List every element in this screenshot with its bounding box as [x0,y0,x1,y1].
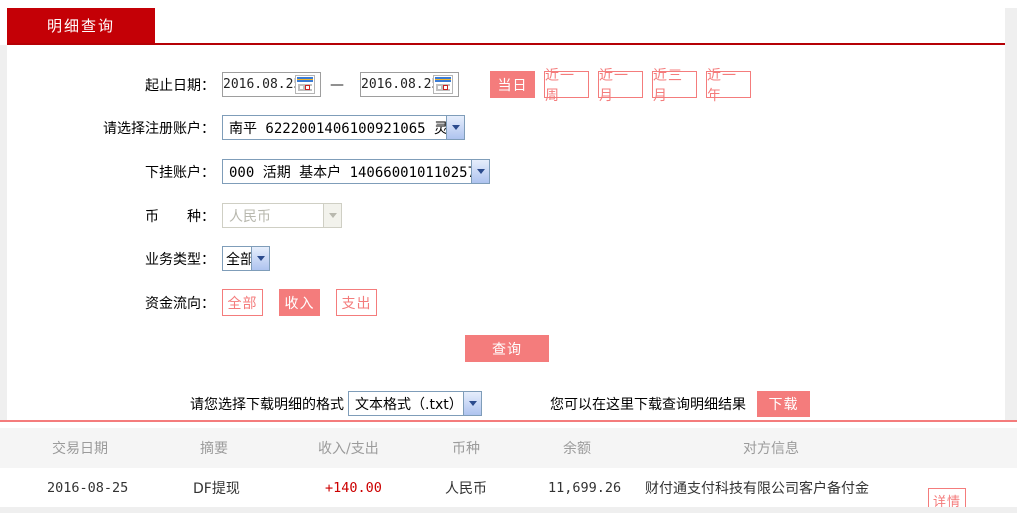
flow-income-button[interactable]: 收入 [279,289,320,316]
cell-currency: 人民币 [445,480,487,497]
sub-account-row: 下挂账户： 000 活期 基本户 1406600101102571848 [0,158,1005,185]
register-account-label: 请选择注册账户： [103,120,215,137]
table-top-divider [0,420,1017,422]
header-balance: 余额 [563,441,591,457]
register-account-value: 南平 6222001406100921065 灵通卡 [229,120,446,137]
chevron-down-icon[interactable] [251,247,269,270]
range-year-button[interactable]: 近一年 [706,68,751,104]
date-from-input[interactable] [223,77,295,92]
bottom-gutter [0,507,1017,513]
cell-counterparty: 财付通支付科技有限公司客户备付金 [645,480,869,497]
chevron-down-icon[interactable] [463,392,481,415]
download-row: 请您选择下载明细的格式 文本格式（.txt） 您可以在这里下载查询明细结果 下载 [0,390,1005,417]
range-today-button[interactable]: 当日 [490,71,535,98]
range-quarter-button[interactable]: 近三月 [652,68,697,104]
download-format-select[interactable]: 文本格式（.txt） [348,391,482,416]
download-hint: 您可以在这里下载查询明细结果 [550,396,746,413]
fund-flow-label: 资金流向： [145,295,215,312]
date-to-box [360,72,459,97]
date-from-box [222,72,321,97]
sub-account-select[interactable]: 000 活期 基本户 1406600101102571848 [222,159,490,184]
date-separator: — [330,76,344,93]
chevron-down-icon[interactable] [471,160,489,183]
download-format-label: 请您选择下载明细的格式 [190,396,344,413]
date-range-label: 起止日期： [145,77,215,94]
business-type-value: 全部 [226,251,251,268]
left-gutter [0,45,7,420]
chevron-down-icon [323,204,341,227]
register-account-select[interactable]: 南平 6222001406100921065 灵通卡 [222,115,465,140]
register-account-row: 请选择注册账户： 南平 6222001406100921065 灵通卡 [0,114,1005,141]
table-header: 交易日期 摘要 收入/支出 币种 余额 对方信息 [0,428,1017,468]
fund-flow-row: 资金流向： 全部 收入 支出 [0,289,1005,316]
business-type-select[interactable]: 全部 [222,246,270,271]
flow-all-button[interactable]: 全部 [222,289,263,316]
header-summary: 摘要 [200,441,228,457]
currency-select: 人民币 [222,203,342,228]
calendar-today-mark [443,85,448,90]
right-gutter [1005,8,1017,420]
currency-row: 币 种： 人民币 [0,202,1005,229]
date-range-row: 起止日期： — 当日 近一周 近一月 近三月 近一年 [0,68,1005,104]
table-row: 2016-08-25 DF提现 +140.00 人民币 11,699.26 财付… [0,468,1017,513]
cell-balance: 11,699.26 [548,479,622,496]
calendar-today-mark [305,85,310,90]
calendar-icon[interactable] [433,75,453,94]
business-type-label: 业务类型： [145,251,215,268]
sub-account-value: 000 活期 基本户 1406600101102571848 [229,164,471,181]
header-currency: 币种 [452,441,480,457]
range-week-button[interactable]: 近一周 [544,68,589,104]
header-date: 交易日期 [52,441,108,457]
business-type-row: 业务类型： 全部 [0,245,1005,272]
header-counterparty: 对方信息 [743,441,799,457]
tab-underline [7,43,1005,45]
cell-amount: +140.00 [325,479,382,496]
currency-value: 人民币 [229,208,271,225]
calendar-icon[interactable] [295,75,315,94]
cell-date: 2016-08-25 [47,479,129,496]
download-button[interactable]: 下载 [757,390,810,417]
currency-label: 币 种： [145,208,215,225]
flow-expense-button[interactable]: 支出 [336,289,377,316]
date-to-input[interactable] [361,77,433,92]
cell-summary: DF提现 [193,480,240,497]
download-format-value: 文本格式（.txt） [355,396,463,413]
detail-query-page: 明细查询 起止日期： — 当日 近一周 近一月 近三月 近一年 请选择注册账户：… [0,0,1017,513]
header-amount: 收入/支出 [318,441,379,457]
sub-account-label: 下挂账户： [145,164,215,181]
tab-detail-query[interactable]: 明细查询 [7,8,155,43]
query-button[interactable]: 查询 [465,335,549,362]
range-month-button[interactable]: 近一月 [598,68,643,104]
chevron-down-icon[interactable] [446,116,464,139]
